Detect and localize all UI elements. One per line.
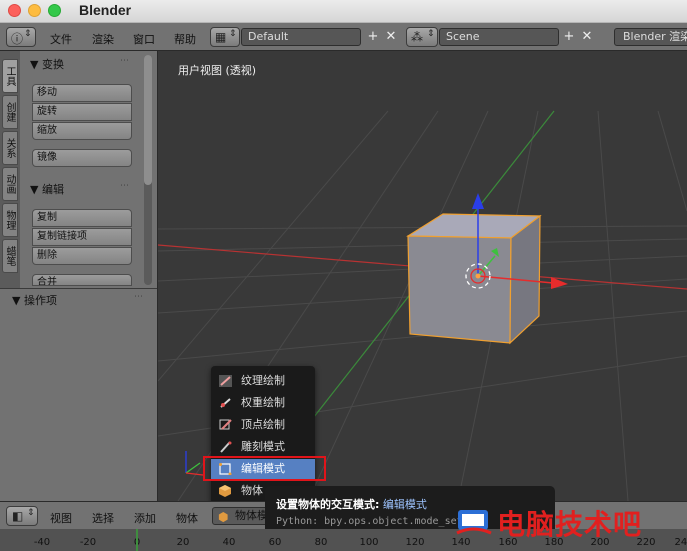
timeline-tick: -40 bbox=[33, 537, 51, 548]
tab-physics[interactable]: 物理 bbox=[2, 203, 18, 237]
tool-shelf-tabs: 工具 创建 关系 动画 物理 蜡笔 bbox=[0, 51, 20, 291]
tab-relations[interactable]: 关系 bbox=[2, 131, 18, 165]
minimize-window-button[interactable] bbox=[28, 4, 41, 17]
chevron-updown-icon: ⇕ bbox=[27, 508, 35, 518]
panel-transform-header[interactable]: ▼ 变换 bbox=[30, 56, 64, 72]
menu-object[interactable]: 物体 bbox=[176, 510, 198, 526]
tooltip-python: Python: bpy.ops.object.mode_set bbox=[276, 516, 463, 527]
drag-handle-icon[interactable]: ⋯ bbox=[120, 56, 129, 66]
cube-object[interactable] bbox=[405, 213, 542, 345]
highlight-edit-mode-annotation bbox=[203, 456, 326, 481]
layout-name-field[interactable]: Default bbox=[241, 28, 361, 46]
scene-name-field[interactable]: Scene bbox=[439, 28, 559, 46]
mode-dropdown-menu: 纹理绘制 权重绘制 顶点绘制 雕刻模式 编辑模式 物体 bbox=[211, 366, 315, 504]
tab-animation[interactable]: 动画 bbox=[2, 167, 18, 201]
menu-help[interactable]: 帮助 bbox=[174, 31, 196, 47]
drag-handle-icon[interactable]: ⋯ bbox=[120, 181, 129, 191]
menu-file[interactable]: 文件 bbox=[50, 31, 72, 47]
tab-tools[interactable]: 工具 bbox=[2, 59, 18, 93]
remove-scene-icon[interactable]: ✕ bbox=[579, 28, 595, 46]
move-button[interactable]: 移动 bbox=[32, 84, 132, 102]
zoom-window-button[interactable] bbox=[48, 4, 61, 17]
menu-add[interactable]: 添加 bbox=[134, 510, 156, 526]
mode-item-texture-paint[interactable]: 纹理绘制 bbox=[211, 371, 315, 391]
scale-button[interactable]: 缩放 bbox=[32, 122, 132, 140]
chevron-updown-icon: ⇕ bbox=[24, 29, 32, 39]
menu-select[interactable]: 选择 bbox=[92, 510, 114, 526]
rotate-button[interactable]: 旋转 bbox=[32, 103, 132, 121]
tab-grease-pencil[interactable]: 蜡笔 bbox=[2, 239, 18, 273]
timeline-tick: 20 bbox=[176, 537, 190, 548]
current-frame-indicator[interactable] bbox=[136, 529, 138, 551]
tooltip-value: 编辑模式 bbox=[382, 498, 427, 511]
duplicate-linked-button[interactable]: 复制链接项 bbox=[32, 228, 132, 246]
close-window-button[interactable] bbox=[8, 4, 21, 17]
remove-layout-icon[interactable]: ✕ bbox=[383, 28, 399, 46]
weight-paint-icon bbox=[220, 398, 231, 408]
screen-layout-selector[interactable]: ▦ ⇕ bbox=[210, 27, 240, 47]
chevron-updown-icon: ⇕ bbox=[229, 29, 237, 39]
timeline-tick: 100 bbox=[359, 537, 379, 548]
tab-create[interactable]: 创建 bbox=[2, 95, 18, 129]
info-header: ⓘ ⇕ 文件 渲染 窗口 帮助 ▦ ⇕ Default + ✕ ⁂ ⇕ Scen… bbox=[0, 23, 687, 51]
scene-selector[interactable]: ⁂ ⇕ bbox=[406, 27, 438, 47]
sculpt-icon bbox=[220, 441, 232, 453]
menu-window[interactable]: 窗口 bbox=[133, 31, 155, 47]
viewport-editor-type-button[interactable]: ◧ ⇕ bbox=[6, 506, 38, 526]
menu-render[interactable]: 渲染 bbox=[92, 31, 114, 47]
chevron-updown-icon: ⇕ bbox=[427, 29, 435, 39]
cube-view-icon: ◧ bbox=[12, 509, 24, 523]
object-icon bbox=[219, 485, 231, 497]
mode-item-vertex-paint[interactable]: 顶点绘制 bbox=[211, 415, 315, 435]
panel-operator-header[interactable]: ▼ 操作项 bbox=[12, 292, 57, 308]
operator-panel: ▼ 操作项 ⋯ bbox=[0, 288, 157, 309]
window-titlebar: Blender bbox=[0, 0, 687, 23]
delete-button[interactable]: 删除 bbox=[32, 247, 132, 265]
viewport-view-label: 用户视图 (透视) bbox=[178, 64, 257, 77]
mode-item-sculpt[interactable]: 雕刻模式 bbox=[211, 437, 315, 457]
tooltip-title: 设置物体的交互模式: 编辑模式 bbox=[276, 498, 427, 511]
watermark-text: 电脑技术吧 bbox=[497, 508, 643, 541]
add-layout-icon[interactable]: + bbox=[365, 28, 381, 46]
timeline-tick: 60 bbox=[268, 537, 282, 548]
editor-type-button[interactable]: ⓘ ⇕ bbox=[6, 27, 36, 47]
layout-grid-icon: ▦ bbox=[215, 30, 227, 44]
interaction-mode-selector[interactable]: ⬢ 物体模式 bbox=[212, 507, 272, 525]
timeline-tick: 40 bbox=[222, 537, 236, 548]
watermark-logo-icon bbox=[456, 510, 492, 535]
tool-shelf-scrollbar[interactable] bbox=[144, 55, 152, 285]
texture-paint-icon bbox=[219, 375, 232, 387]
mode-item-weight-paint[interactable]: 权重绘制 bbox=[211, 393, 315, 413]
panel-edit-header[interactable]: ▼ 编辑 bbox=[30, 181, 64, 197]
scrollbar-thumb[interactable] bbox=[144, 55, 152, 185]
timeline-tick: -20 bbox=[79, 537, 97, 548]
watermark: 电脑技术吧 bbox=[455, 503, 687, 543]
add-scene-icon[interactable]: + bbox=[561, 28, 577, 46]
vertex-paint-icon bbox=[219, 419, 232, 430]
scene-icon: ⁂ bbox=[411, 30, 423, 44]
timeline-tick: 80 bbox=[314, 537, 328, 548]
timeline-tick: 120 bbox=[405, 537, 425, 548]
axis-indicator bbox=[185, 451, 204, 476]
info-icon: ⓘ bbox=[11, 32, 24, 46]
duplicate-button[interactable]: 复制 bbox=[32, 209, 132, 227]
window-title: Blender bbox=[79, 2, 132, 18]
render-engine-selector[interactable]: Blender 渲染 bbox=[614, 28, 687, 46]
drag-handle-icon[interactable]: ⋯ bbox=[134, 292, 143, 302]
mirror-button[interactable]: 镜像 bbox=[32, 149, 132, 167]
join-button[interactable]: 合并 bbox=[32, 274, 132, 286]
menu-view[interactable]: 视图 bbox=[50, 510, 72, 526]
object-mode-icon: ⬢ bbox=[218, 510, 229, 524]
